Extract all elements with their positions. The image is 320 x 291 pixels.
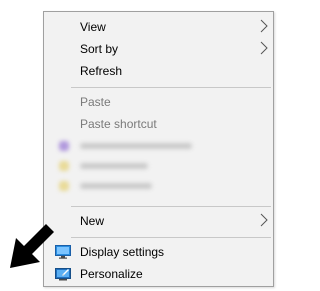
menu-item-paste-shortcut[interactable]: Paste shortcut — [44, 113, 273, 135]
arrow-pointer-icon — [10, 224, 54, 268]
menu-separator — [71, 237, 271, 238]
menu-item-view[interactable]: View — [44, 16, 273, 38]
menu-item-refresh[interactable]: Refresh — [44, 60, 273, 82]
menu-item-new[interactable]: New — [44, 210, 273, 232]
chevron-right-icon — [260, 19, 268, 33]
menu-item-view-label: View — [80, 20, 106, 34]
menu-item-paste[interactable]: Paste — [44, 91, 273, 113]
blurred-app-icon — [59, 181, 69, 191]
menu-separator — [71, 87, 271, 88]
personalize-icon — [55, 268, 71, 281]
menu-item-paste-shortcut-label: Paste shortcut — [80, 117, 157, 131]
chevron-right-icon — [260, 41, 268, 55]
menu-item-blurred[interactable] — [44, 136, 273, 156]
menu-item-personalize-label: Personalize — [80, 267, 143, 281]
blurred-label — [80, 143, 192, 149]
menu-item-sort-by-label: Sort by — [80, 42, 119, 56]
blurred-app-icon — [59, 141, 69, 151]
blurred-app-icon — [59, 161, 69, 171]
menu-item-display-settings[interactable]: Display settings — [44, 241, 273, 263]
menu-item-personalize[interactable]: Personalize — [44, 263, 273, 285]
menu-item-display-settings-label: Display settings — [80, 245, 165, 259]
chevron-right-icon — [260, 213, 268, 227]
menu-item-blurred[interactable] — [44, 176, 273, 196]
desktop-context-menu: View Sort by Refresh Paste Paste shortcu… — [43, 11, 274, 287]
blurred-label — [80, 163, 148, 169]
menu-item-sort-by[interactable]: Sort by — [44, 38, 273, 60]
desktop-background: View Sort by Refresh Paste Paste shortcu… — [0, 0, 278, 291]
monitor-icon — [55, 245, 71, 259]
blurred-label — [80, 183, 152, 189]
menu-item-refresh-label: Refresh — [80, 64, 123, 78]
menu-item-paste-label: Paste — [80, 95, 111, 109]
menu-separator — [71, 206, 271, 207]
menu-item-blurred[interactable] — [44, 156, 273, 176]
menu-item-new-label: New — [80, 214, 105, 228]
